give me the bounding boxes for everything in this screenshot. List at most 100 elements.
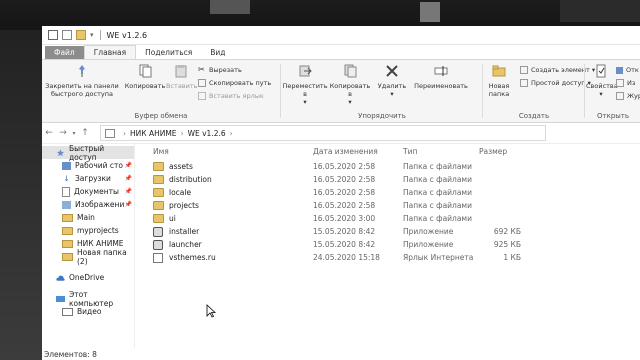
recent-locations-chevron-icon[interactable]: ▾ (70, 130, 78, 137)
nav-item-quick-access[interactable]: Быстрый доступ (42, 144, 134, 162)
nav-item-desktop[interactable]: Рабочий сто 📌 (42, 159, 134, 172)
divider (280, 64, 281, 118)
back-arrow-icon[interactable]: ← (42, 128, 56, 138)
desktop-wallpaper-shape (210, 0, 250, 14)
chevron-down-icon: ▾ (599, 90, 603, 98)
cut-button[interactable]: ✂ Вырезать (198, 65, 242, 75)
table-row[interactable]: assets 16.05.2020 2:58 Папка с файлами (153, 160, 640, 173)
nav-item-onedrive[interactable]: OneDrive (42, 271, 134, 284)
properties-quick-icon[interactable] (62, 30, 72, 40)
nav-item-label: Изображени (75, 200, 125, 209)
new-item-label: Создать элемент (531, 66, 590, 74)
tab-home[interactable]: Главная (83, 45, 137, 59)
folder-icon (153, 201, 164, 210)
file-type: Папка с файлами (403, 214, 472, 223)
edit-label: Из (627, 79, 636, 87)
nav-item-pictures[interactable]: Изображени 📌 (42, 198, 134, 211)
new-folder-quick-icon[interactable] (76, 30, 86, 40)
table-row[interactable]: installer 15.05.2020 8:42 Приложение 692 КБ (153, 225, 640, 238)
file-size: 692 КБ (493, 227, 521, 236)
edit-button[interactable]: Из (616, 79, 635, 87)
paste-button[interactable]: Вставить (166, 64, 197, 90)
up-arrow-icon[interactable]: ↑ (78, 128, 92, 138)
nav-item-main[interactable]: Main (42, 211, 134, 224)
organize-group-label: Упорядочить (358, 112, 406, 120)
folder-icon (62, 226, 73, 235)
copy-path-button[interactable]: Скопировать путь (198, 79, 271, 87)
breadcrumb-item[interactable]: WE v1.2.6 (188, 129, 226, 138)
delete-button[interactable]: Удалить ▾ (374, 64, 410, 98)
scissors-icon: ✂ (198, 65, 205, 74)
nav-item-label: Main (77, 213, 95, 222)
divider (482, 64, 483, 118)
tab-file[interactable]: Файл (45, 46, 84, 59)
history-button[interactable]: Жур (616, 92, 640, 100)
nav-item-this-pc[interactable]: Этот компьютер (42, 290, 134, 308)
move-to-button[interactable]: Переместить в ▾ (282, 64, 328, 106)
new-item-icon (520, 66, 528, 74)
copy-button[interactable]: Копировать (124, 64, 166, 90)
easy-access-button[interactable]: Простой доступ ▾ (520, 79, 591, 87)
table-row[interactable]: ui 16.05.2020 3:00 Папка с файлами (153, 212, 640, 225)
tab-share[interactable]: Поделиться (136, 46, 201, 59)
file-size: 1 КБ (503, 253, 521, 262)
file-type: Приложение (403, 240, 454, 249)
quick-access-icon[interactable] (48, 30, 58, 40)
open-label: Отк (626, 66, 639, 74)
create-group: Новая папка Создать элемент ▾ Простой до… (484, 60, 595, 122)
breadcrumb[interactable]: › НИК АНИМЕ › WE v1.2.6 › (100, 125, 546, 141)
rename-button[interactable]: Переименовать (412, 64, 470, 90)
properties-label: Свойства (586, 82, 618, 90)
pin-quick-access-button[interactable]: Закрепить на панели быстрого доступа (44, 64, 120, 98)
easy-access-label: Простой доступ (531, 79, 586, 87)
paste-icon (175, 65, 187, 78)
delete-label: Удалить (377, 82, 407, 90)
copy-to-button[interactable]: Копировать в ▾ (328, 64, 372, 106)
properties-button[interactable]: Свойства ▾ (586, 64, 618, 98)
nav-item-documents[interactable]: Документы 📌 (42, 185, 134, 198)
column-header-type[interactable]: Тип (403, 147, 479, 156)
nav-item-myprojects[interactable]: myprojects (42, 224, 134, 237)
file-name-cell: assets (153, 162, 313, 171)
forward-arrow-icon[interactable]: → (56, 128, 70, 138)
nav-item-new-folder-2[interactable]: Новая папка (2) (42, 248, 134, 266)
pin-icon: 📌 (124, 188, 132, 195)
new-folder-button[interactable]: Новая папка (484, 64, 514, 98)
column-header-size[interactable]: Размер (479, 147, 521, 156)
file-name: projects (169, 201, 199, 210)
breadcrumb-separator-icon: › (180, 128, 184, 138)
table-row[interactable]: vsthemes.ru 24.05.2020 15:18 Ярлык Интерне… (153, 251, 640, 264)
table-row[interactable]: distribution 16.05.2020 2:58 Папка с файла… (153, 173, 640, 186)
table-row[interactable]: projects 16.05.2020 2:58 Папка с файлами (153, 199, 640, 212)
pin-icon: 📌 (124, 201, 132, 208)
open-button[interactable]: Отк (616, 66, 639, 74)
pictures-icon (62, 200, 71, 209)
tab-view[interactable]: Вид (201, 46, 234, 59)
new-folder-icon (492, 65, 506, 77)
documents-icon (62, 186, 70, 197)
navigation-pane: Быстрый доступ Рабочий сто 📌 ↓ Загрузки … (42, 142, 135, 348)
nav-item-downloads[interactable]: ↓ Загрузки 📌 (42, 172, 134, 185)
table-row[interactable]: locale 16.05.2020 2:58 Папка с файлами (153, 186, 640, 199)
breadcrumb-item[interactable]: НИК АНИМЕ (130, 129, 177, 138)
chevron-down-icon: ▾ (348, 98, 352, 106)
ribbon: Закрепить на панели быстрого доступа Коп… (42, 59, 640, 123)
title-bar: ▾ WE v1.2.6 (42, 26, 640, 45)
table-row[interactable]: launcher 15.05.2020 8:42 Приложение 925 КБ (153, 238, 640, 251)
column-header-name[interactable]: Имя (153, 147, 313, 156)
history-label: Жур (627, 92, 640, 100)
customize-toolbar-icon[interactable]: ▾ (90, 31, 94, 39)
file-date: 15.05.2020 8:42 (313, 227, 376, 236)
file-date: 16.05.2020 2:58 (313, 162, 376, 171)
column-header-date[interactable]: Дата изменения (313, 147, 403, 156)
rename-icon (434, 66, 448, 76)
file-type: Папка с файлами (403, 162, 472, 171)
nav-item-video[interactable]: Видео (42, 305, 134, 318)
paste-shortcut-button[interactable]: Вставить ярлык (198, 92, 264, 100)
copy-path-icon (198, 79, 206, 87)
copy-icon (139, 64, 152, 78)
cloud-icon (56, 275, 65, 281)
main-area: Быстрый доступ Рабочий сто 📌 ↓ Загрузки … (42, 142, 640, 348)
pin-icon: 📌 (124, 175, 132, 182)
file-type: Ярлык Интернета (403, 253, 474, 262)
